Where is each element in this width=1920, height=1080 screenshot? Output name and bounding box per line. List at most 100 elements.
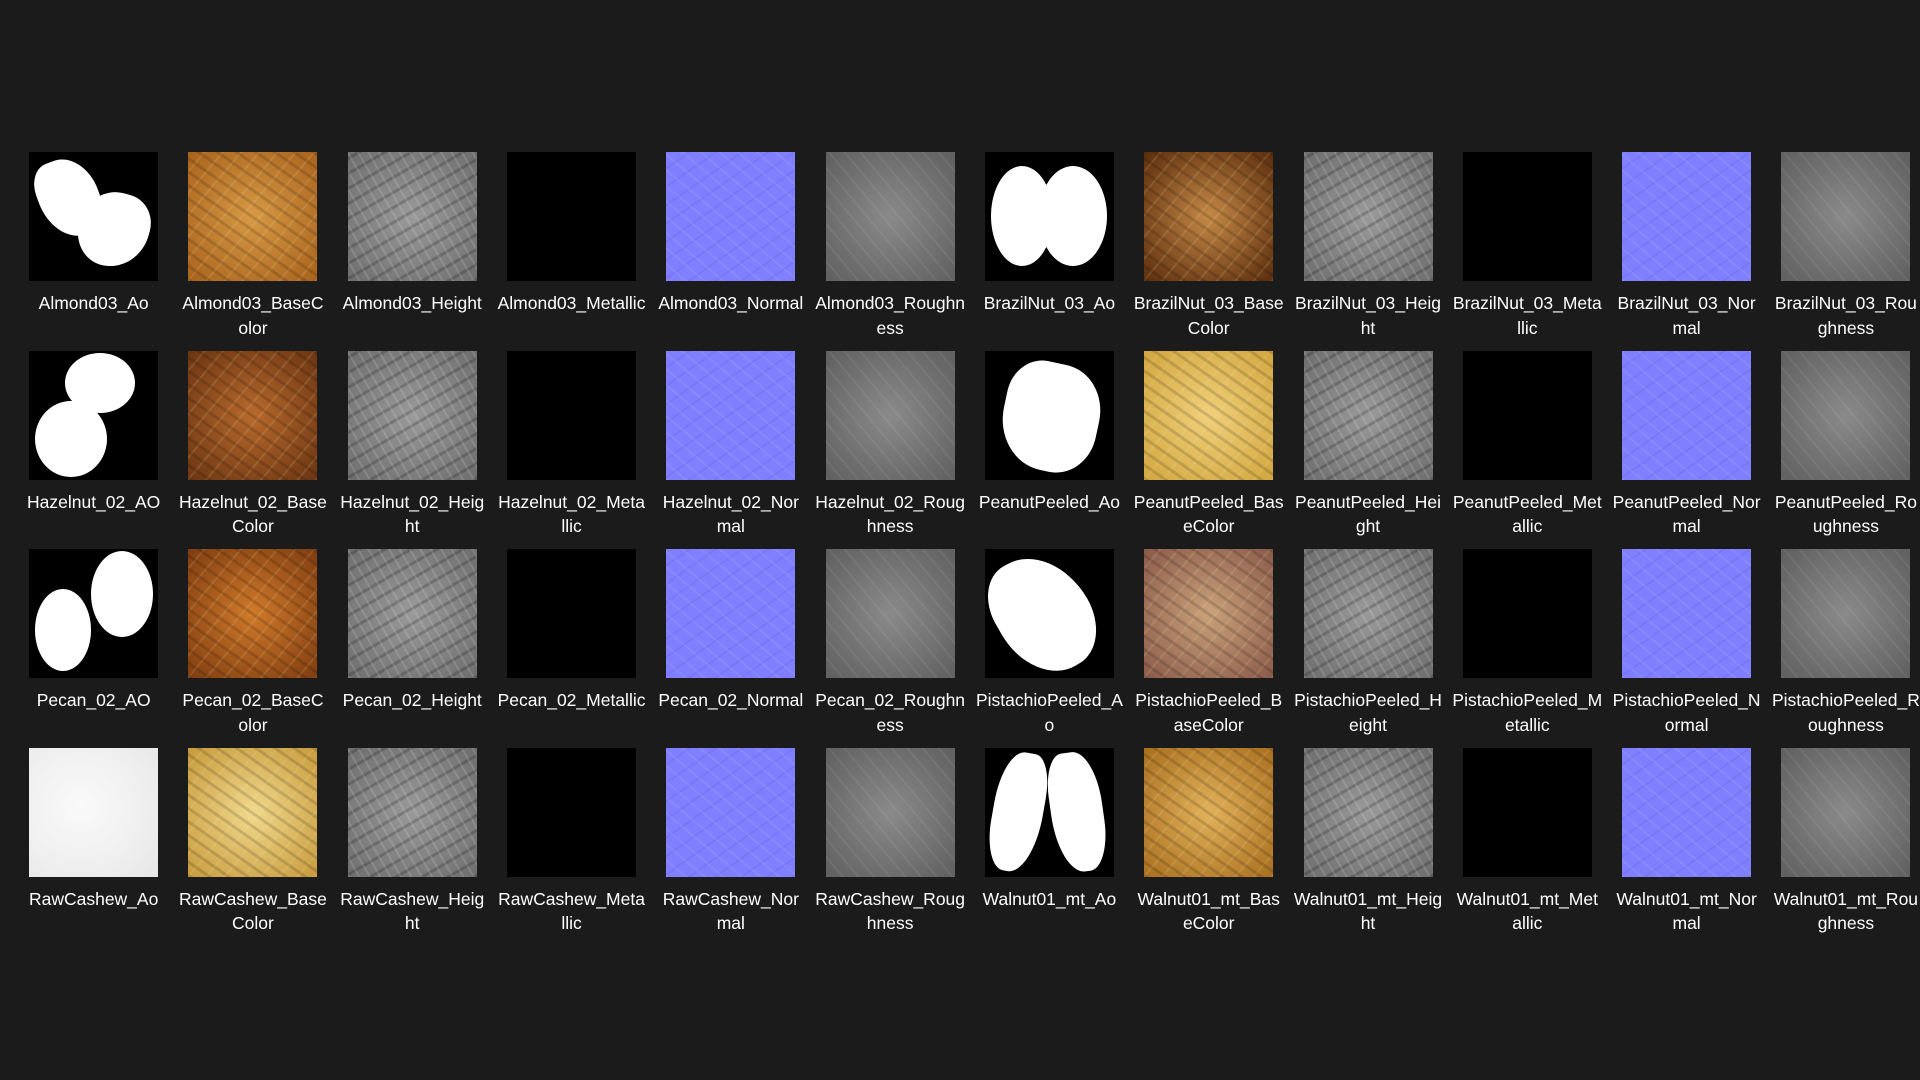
file-item-brazilnut-03-height[interactable]: BrazilNut_03_Height xyxy=(1288,146,1447,345)
file-thumbnail[interactable] xyxy=(1462,350,1592,480)
file-thumbnail[interactable] xyxy=(1144,549,1274,678)
file-thumbnail[interactable] xyxy=(347,747,477,877)
file-thumbnail[interactable] xyxy=(507,549,637,678)
file-item-almond03-normal[interactable]: Almond03_Normal xyxy=(651,146,810,345)
file-thumbnail[interactable] xyxy=(1462,747,1592,877)
file-thumbnail[interactable] xyxy=(825,747,955,877)
file-item-pecan-02-roughness[interactable]: Pecan_02_Roughness xyxy=(810,543,969,742)
file-thumbnail[interactable] xyxy=(188,152,318,281)
file-item-pistachiopeeled-basecolor[interactable]: PistachioPeeled_BaseColor xyxy=(1129,543,1288,742)
file-item-walnut01-mt-basecolor[interactable]: Walnut01_mt_BaseColor xyxy=(1129,742,1288,941)
file-item-walnut01-mt-normal[interactable]: Walnut01_mt_Normal xyxy=(1607,742,1766,941)
file-thumbnail[interactable] xyxy=(666,747,796,877)
file-thumbnail[interactable] xyxy=(1781,152,1911,281)
file-item-almond03-height[interactable]: Almond03_Height xyxy=(333,146,492,345)
file-item-pistachiopeeled-roughness[interactable]: PistachioPeeled_Roughness xyxy=(1766,543,1920,742)
file-thumbnail[interactable] xyxy=(29,747,159,877)
file-thumbnail[interactable] xyxy=(1781,747,1911,877)
file-item-brazilnut-03-metallic[interactable]: BrazilNut_03_Metallic xyxy=(1448,146,1607,345)
file-thumbnail[interactable] xyxy=(1144,152,1274,281)
file-item-brazilnut-03-normal[interactable]: BrazilNut_03_Normal xyxy=(1607,146,1766,345)
file-item-pecan-02-basecolor[interactable]: Pecan_02_BaseColor xyxy=(173,543,332,742)
file-thumbnail[interactable] xyxy=(666,350,796,480)
file-thumbnail[interactable] xyxy=(1781,350,1911,480)
file-thumbnail[interactable] xyxy=(666,152,796,281)
file-item-pecan-02-metallic[interactable]: Pecan_02_Metallic xyxy=(492,543,651,742)
file-thumbnail[interactable] xyxy=(1622,350,1752,480)
file-item-peanutpeeled-normal[interactable]: PeanutPeeled_Normal xyxy=(1607,345,1766,544)
file-item-peanutpeeled-height[interactable]: PeanutPeeled_Height xyxy=(1288,345,1447,544)
file-thumbnail[interactable] xyxy=(984,549,1114,678)
file-thumbnail[interactable] xyxy=(347,152,477,281)
file-item-rawcashew-height[interactable]: RawCashew_Height xyxy=(333,742,492,941)
file-thumbnail[interactable] xyxy=(1462,152,1592,281)
file-item-hazelnut-02-height[interactable]: Hazelnut_02_Height xyxy=(333,345,492,544)
file-thumbnail[interactable] xyxy=(188,350,318,480)
file-item-walnut01-mt-roughness[interactable]: Walnut01_mt_Roughness xyxy=(1766,742,1920,941)
file-item-walnut01-mt-metallic[interactable]: Walnut01_mt_Metallic xyxy=(1448,742,1607,941)
file-item-hazelnut-02-metallic[interactable]: Hazelnut_02_Metallic xyxy=(492,345,651,544)
file-item-walnut01-mt-ao[interactable]: Walnut01_mt_Ao xyxy=(970,742,1129,941)
file-item-hazelnut-02-basecolor[interactable]: Hazelnut_02_BaseColor xyxy=(173,345,332,544)
file-thumbnail[interactable] xyxy=(347,350,477,480)
file-thumbnail[interactable] xyxy=(1144,350,1274,480)
file-thumbnail[interactable] xyxy=(507,152,637,281)
file-item-peanutpeeled-roughness[interactable]: PeanutPeeled_Roughness xyxy=(1766,345,1920,544)
file-thumbnail[interactable] xyxy=(1303,747,1433,877)
file-item-pistachiopeeled-ao[interactable]: PistachioPeeled_Ao xyxy=(970,543,1129,742)
file-item-pecan-02-height[interactable]: Pecan_02_Height xyxy=(333,543,492,742)
file-name-label: BrazilNut_03_Ao xyxy=(983,293,1116,313)
file-item-walnut01-mt-height[interactable]: Walnut01_mt_Height xyxy=(1288,742,1447,941)
file-thumbnail[interactable] xyxy=(666,549,796,678)
file-thumbnail[interactable] xyxy=(984,152,1114,281)
file-thumbnail[interactable] xyxy=(507,350,637,480)
file-thumbnail[interactable] xyxy=(984,747,1114,877)
file-thumbnail[interactable] xyxy=(984,350,1114,480)
file-item-almond03-roughness[interactable]: Almond03_Roughness xyxy=(810,146,969,345)
file-thumbnail[interactable] xyxy=(1622,549,1752,678)
file-thumbnail[interactable] xyxy=(29,152,159,281)
file-name-label: RawCashew_Roughness xyxy=(815,888,966,934)
file-thumbnail[interactable] xyxy=(825,350,955,480)
file-thumbnail[interactable] xyxy=(1781,549,1911,678)
file-thumbnail[interactable] xyxy=(1462,549,1592,678)
file-item-almond03-ao[interactable]: Almond03_Ao xyxy=(14,146,173,345)
file-item-pistachiopeeled-normal[interactable]: PistachioPeeled_Normal xyxy=(1607,543,1766,742)
file-item-peanutpeeled-ao[interactable]: PeanutPeeled_Ao xyxy=(970,345,1129,544)
file-item-hazelnut-02-ao[interactable]: Hazelnut_02_AO xyxy=(14,345,173,544)
file-thumbnail[interactable] xyxy=(29,549,159,678)
file-name-label: Walnut01_mt_Metallic xyxy=(1456,888,1598,934)
file-item-rawcashew-ao[interactable]: RawCashew_Ao xyxy=(14,742,173,941)
file-item-pistachiopeeled-metallic[interactable]: PistachioPeeled_Metallic xyxy=(1448,543,1607,742)
file-item-peanutpeeled-basecolor[interactable]: PeanutPeeled_BaseColor xyxy=(1129,345,1288,544)
file-thumbnail[interactable] xyxy=(1303,549,1433,678)
file-thumbnail[interactable] xyxy=(1622,747,1752,877)
file-thumbnail[interactable] xyxy=(1144,747,1274,877)
file-thumbnail[interactable] xyxy=(29,350,159,480)
file-thumbnail[interactable] xyxy=(347,549,477,678)
file-item-pistachiopeeled-height[interactable]: PistachioPeeled_Height xyxy=(1288,543,1447,742)
file-item-brazilnut-03-ao[interactable]: BrazilNut_03_Ao xyxy=(970,146,1129,345)
file-thumbnail[interactable] xyxy=(1622,152,1752,281)
file-item-rawcashew-basecolor[interactable]: RawCashew_BaseColor xyxy=(173,742,332,941)
file-thumbnail[interactable] xyxy=(507,747,637,877)
file-item-rawcashew-metallic[interactable]: RawCashew_Metallic xyxy=(492,742,651,941)
file-item-brazilnut-03-basecolor[interactable]: BrazilNut_03_BaseColor xyxy=(1129,146,1288,345)
file-thumbnail[interactable] xyxy=(825,549,955,678)
file-thumbnail[interactable] xyxy=(825,152,955,281)
file-thumbnail[interactable] xyxy=(1303,152,1433,281)
file-item-pecan-02-normal[interactable]: Pecan_02_Normal xyxy=(651,543,810,742)
file-item-pecan-02-ao[interactable]: Pecan_02_AO xyxy=(14,543,173,742)
file-item-hazelnut-02-roughness[interactable]: Hazelnut_02_Roughness xyxy=(810,345,969,544)
file-item-almond03-metallic[interactable]: Almond03_Metallic xyxy=(492,146,651,345)
file-thumbnail[interactable] xyxy=(1303,350,1433,480)
file-item-peanutpeeled-metallic[interactable]: PeanutPeeled_Metallic xyxy=(1448,345,1607,544)
file-name-label: Almond03_Roughness xyxy=(815,293,966,338)
file-item-hazelnut-02-normal[interactable]: Hazelnut_02_Normal xyxy=(651,345,810,544)
file-thumbnail[interactable] xyxy=(188,747,318,877)
file-item-brazilnut-03-roughness[interactable]: BrazilNut_03_Roughness xyxy=(1766,146,1920,345)
file-thumbnail[interactable] xyxy=(188,549,318,678)
file-item-rawcashew-roughness[interactable]: RawCashew_Roughness xyxy=(810,742,969,941)
file-item-almond03-basecolor[interactable]: Almond03_BaseColor xyxy=(173,146,332,345)
file-item-rawcashew-normal[interactable]: RawCashew_Normal xyxy=(651,742,810,941)
